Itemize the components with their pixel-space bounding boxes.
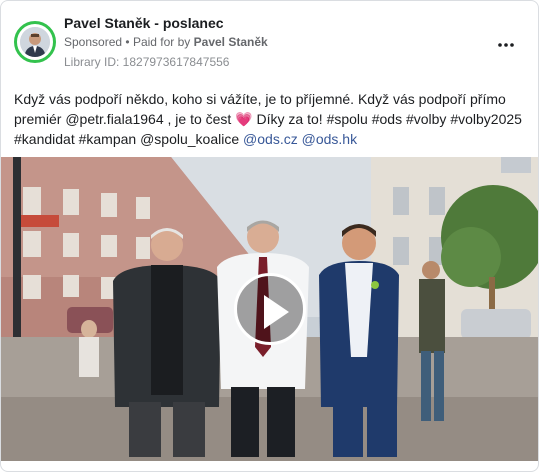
post-line-2-start: premiér @petr.fiala1964 , je to čest — [14, 111, 236, 127]
more-options-button[interactable] — [492, 29, 520, 53]
post-line-3-start: #kandidat #kampan @spolu_koalice — [14, 131, 244, 147]
post-line-2: premiér @petr.fiala1964 , je to čest 💗 D… — [14, 109, 529, 129]
sponsored-label: Sponsored — [64, 35, 123, 49]
dot-separator: • — [125, 35, 133, 49]
page-name[interactable]: Pavel Staněk - poslanec — [64, 15, 224, 31]
post-message: Když vás podpoří někdo, koho si vážíte, … — [14, 89, 529, 149]
post-line-1: Když vás podpoří někdo, koho si vážíte, … — [14, 91, 506, 107]
video-player[interactable] — [1, 157, 538, 461]
post-header: Pavel Staněk - poslanec Sponsored • Paid… — [14, 13, 526, 73]
more-horizontal-icon — [498, 31, 514, 52]
mention-ods-hk[interactable]: @ods.hk — [302, 131, 357, 147]
heart-emoji: 💗 — [235, 111, 253, 127]
play-icon — [264, 295, 289, 329]
post-line-2-end: Díky za to! #spolu #ods #volby #volby202… — [252, 111, 522, 127]
avatar-photo — [20, 27, 50, 57]
mention-ods-cz[interactable]: @ods.cz — [243, 131, 298, 147]
play-button[interactable] — [234, 273, 306, 345]
ad-card: Pavel Staněk - poslanec Sponsored • Paid… — [0, 0, 539, 472]
library-id: Library ID: 1827973617847556 — [64, 55, 230, 69]
paid-for-by: Pavel Staněk — [193, 35, 268, 49]
page-avatar[interactable] — [14, 21, 56, 63]
paid-for-prefix: Paid for by — [132, 35, 191, 49]
post-line-3: #kandidat #kampan @spolu_koalice @ods.cz… — [14, 129, 529, 149]
sponsored-line: Sponsored • Paid for by Pavel Staněk — [64, 35, 268, 49]
